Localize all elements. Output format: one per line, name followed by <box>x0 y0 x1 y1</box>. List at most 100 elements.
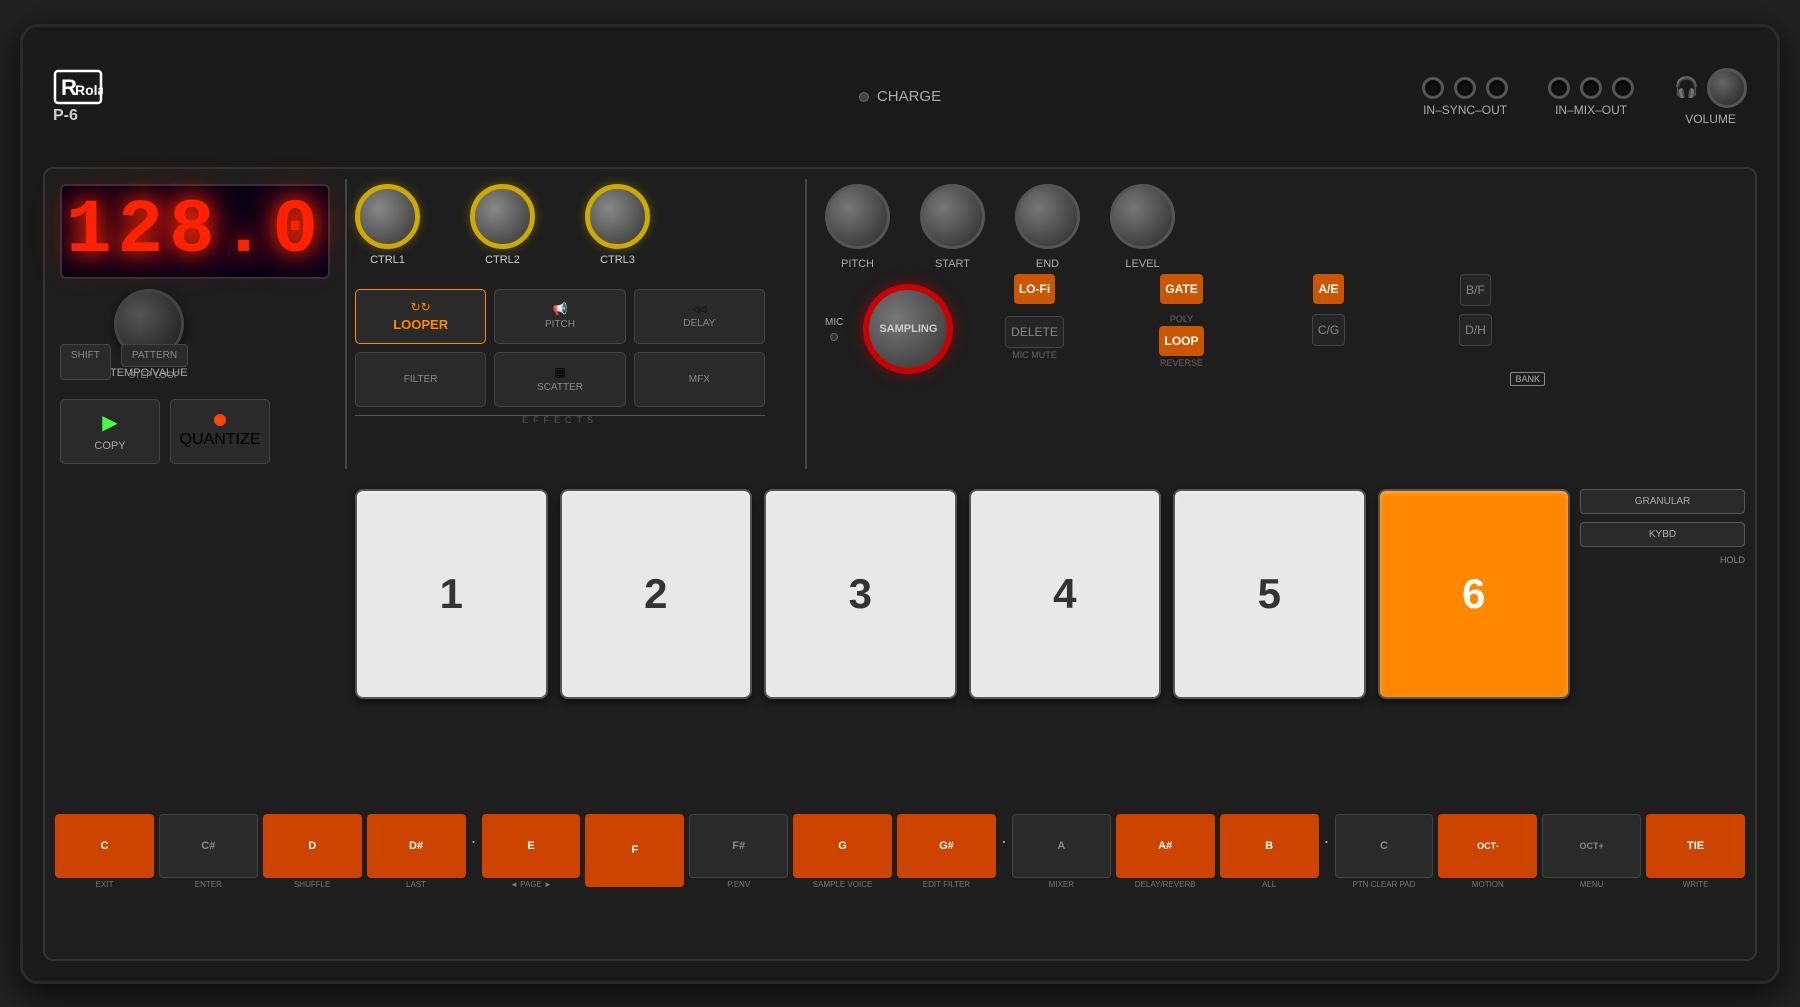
level-knob[interactable] <box>1110 184 1175 249</box>
sync-jack-2 <box>1454 77 1476 99</box>
cg-button[interactable]: C/G <box>1312 314 1345 346</box>
delay-effect-button[interactable]: ◁◁ DELAY <box>634 289 765 344</box>
keys-container: C EXIT C# ENTER D SHUFFLE D# LAST · E <box>55 814 1745 889</box>
key-e-button[interactable]: E <box>482 814 581 878</box>
key-c-label: EXIT <box>96 880 114 889</box>
side-buttons-area: GRANULAR KYBD HOLD <box>1580 489 1745 569</box>
pad-3[interactable]: 3 <box>764 489 957 699</box>
key-d-label: SHUFFLE <box>294 880 330 889</box>
loop-button[interactable]: LOOP <box>1159 326 1203 356</box>
pad-4[interactable]: 4 <box>969 489 1162 699</box>
key-c2-button[interactable]: C <box>1335 814 1434 878</box>
gate-button[interactable]: GATE <box>1160 274 1202 304</box>
mix-jack-1 <box>1548 77 1570 99</box>
pads-area: 1 2 3 4 5 6 <box>355 489 1570 699</box>
key-c-button[interactable]: C <box>55 814 154 878</box>
ctrl3-label: CTRL3 <box>600 254 635 266</box>
dot-2: · <box>1001 814 1007 889</box>
quantize-button[interactable]: QUANTIZE <box>170 399 270 464</box>
level-knob-group: LEVEL <box>1110 184 1175 270</box>
roland-icon: R Roland <box>53 69 103 111</box>
mix-group: IN–MIX–OUT <box>1548 77 1634 117</box>
pad-1[interactable]: 1 <box>355 489 548 699</box>
end-knob-label: END <box>1036 258 1059 270</box>
copy-button[interactable]: ▶ COPY <box>60 399 160 464</box>
lofi-button[interactable]: LO-Fi <box>1014 274 1055 304</box>
scatter-label: SCATTER <box>537 382 583 393</box>
bf-button[interactable]: B/F <box>1460 274 1491 306</box>
pad-6[interactable]: 6 <box>1378 489 1571 699</box>
display-value: 128.0 <box>66 188 324 274</box>
key-fsharp-button[interactable]: F# <box>689 814 788 878</box>
kybd-button[interactable]: KYBD <box>1580 522 1745 547</box>
gate-group: GATE <box>1112 274 1251 306</box>
key-oct-plus-label: MENU <box>1580 880 1604 889</box>
pitch-knob-group: PITCH <box>825 184 890 270</box>
key-e: E ◄ PAGE ► <box>482 814 581 889</box>
quantize-label: QUANTIZE <box>180 431 261 449</box>
key-d-button[interactable]: D <box>263 814 362 878</box>
mix-label: IN–MIX–OUT <box>1555 103 1627 117</box>
sync-label: IN–SYNC–OUT <box>1423 103 1507 117</box>
key-asharp-button[interactable]: A# <box>1116 814 1215 878</box>
loop-group: POLY LOOP REVERSE <box>1112 314 1251 368</box>
key-g-button[interactable]: G <box>793 814 892 878</box>
bf-group: B/F <box>1406 274 1545 306</box>
granular-button[interactable]: GRANULAR <box>1580 489 1745 514</box>
pattern-button[interactable]: PATTERN <box>121 344 188 367</box>
ctrl3-knob[interactable] <box>585 184 650 249</box>
main-panel: 128.0 TEMPO/VALUE SHIFT PATTERN STEP LOO… <box>43 167 1757 961</box>
key-gsharp-label: EDIT FILTER <box>923 880 970 889</box>
pitch-knob[interactable] <box>825 184 890 249</box>
pitch-effect-button[interactable]: 📢 PITCH <box>494 289 625 344</box>
key-oct-plus-button[interactable]: OCT+ <box>1542 814 1641 878</box>
right-buttons-area: LO-Fi GATE A/E B/F DELETE MIC MUTE <box>965 274 1545 386</box>
mic-mute-label: MIC MUTE <box>1012 350 1057 360</box>
mfx-button[interactable]: MFX <box>634 352 765 407</box>
key-gsharp-button[interactable]: G# <box>897 814 996 878</box>
shift-button[interactable]: SHIFT <box>60 344 111 380</box>
level-knob-label: LEVEL <box>1125 258 1159 270</box>
scatter-button[interactable]: ▦ SCATTER <box>494 352 625 407</box>
key-b-button[interactable]: B <box>1220 814 1319 878</box>
poly-label: POLY <box>1170 314 1193 324</box>
ae-button[interactable]: A/E <box>1313 274 1343 304</box>
looper-label: LOOPER <box>393 317 448 332</box>
start-knob[interactable] <box>920 184 985 249</box>
end-knob[interactable] <box>1015 184 1080 249</box>
key-dsharp-label: LAST <box>406 880 426 889</box>
key-asharp: A# DELAY/REVERB <box>1116 814 1215 889</box>
sampling-button[interactable]: SAMPLING <box>863 284 953 374</box>
ctrl2-knob[interactable] <box>470 184 535 249</box>
key-csharp-button[interactable]: C# <box>159 814 258 878</box>
key-oct-plus: OCT+ MENU <box>1542 814 1641 889</box>
delay-icon: ◁◁ <box>692 304 706 315</box>
filter-label: FILTER <box>404 374 438 385</box>
looper-button[interactable]: ↻↻ LOOPER <box>355 289 486 344</box>
mix-jack-2 <box>1580 77 1602 99</box>
pad-5[interactable]: 5 <box>1173 489 1366 699</box>
sync-jacks <box>1422 77 1508 99</box>
ctrl1-group: CTRL1 <box>355 184 420 266</box>
key-oct-minus-button[interactable]: OCT- <box>1438 814 1537 878</box>
key-b-label: ALL <box>1262 880 1276 889</box>
ctrl1-knob[interactable] <box>355 184 420 249</box>
pad-2[interactable]: 2 <box>560 489 753 699</box>
delete-button[interactable]: DELETE <box>1005 316 1064 348</box>
right-top-knobs: PITCH START END LEVEL <box>825 184 1175 270</box>
key-tie-button[interactable]: TIE <box>1646 814 1745 878</box>
key-tie-label: WRITE <box>1683 880 1709 889</box>
sync-group: IN–SYNC–OUT <box>1422 77 1508 117</box>
step-loop-label: STEP LOOP <box>129 370 180 380</box>
dh-button[interactable]: D/H <box>1459 314 1492 346</box>
key-f-button[interactable]: F <box>585 814 684 887</box>
dh-group: D/H <box>1406 314 1545 368</box>
display-screen: 128.0 <box>60 184 330 279</box>
volume-knob[interactable] <box>1707 68 1747 108</box>
key-dsharp-button[interactable]: D# <box>367 814 466 878</box>
filter-button[interactable]: FILTER <box>355 352 486 407</box>
mix-jacks <box>1548 77 1634 99</box>
hold-label: HOLD <box>1580 555 1745 565</box>
key-g-label: SAMPLE VOICE <box>813 880 873 889</box>
key-a-button[interactable]: A <box>1012 814 1111 878</box>
